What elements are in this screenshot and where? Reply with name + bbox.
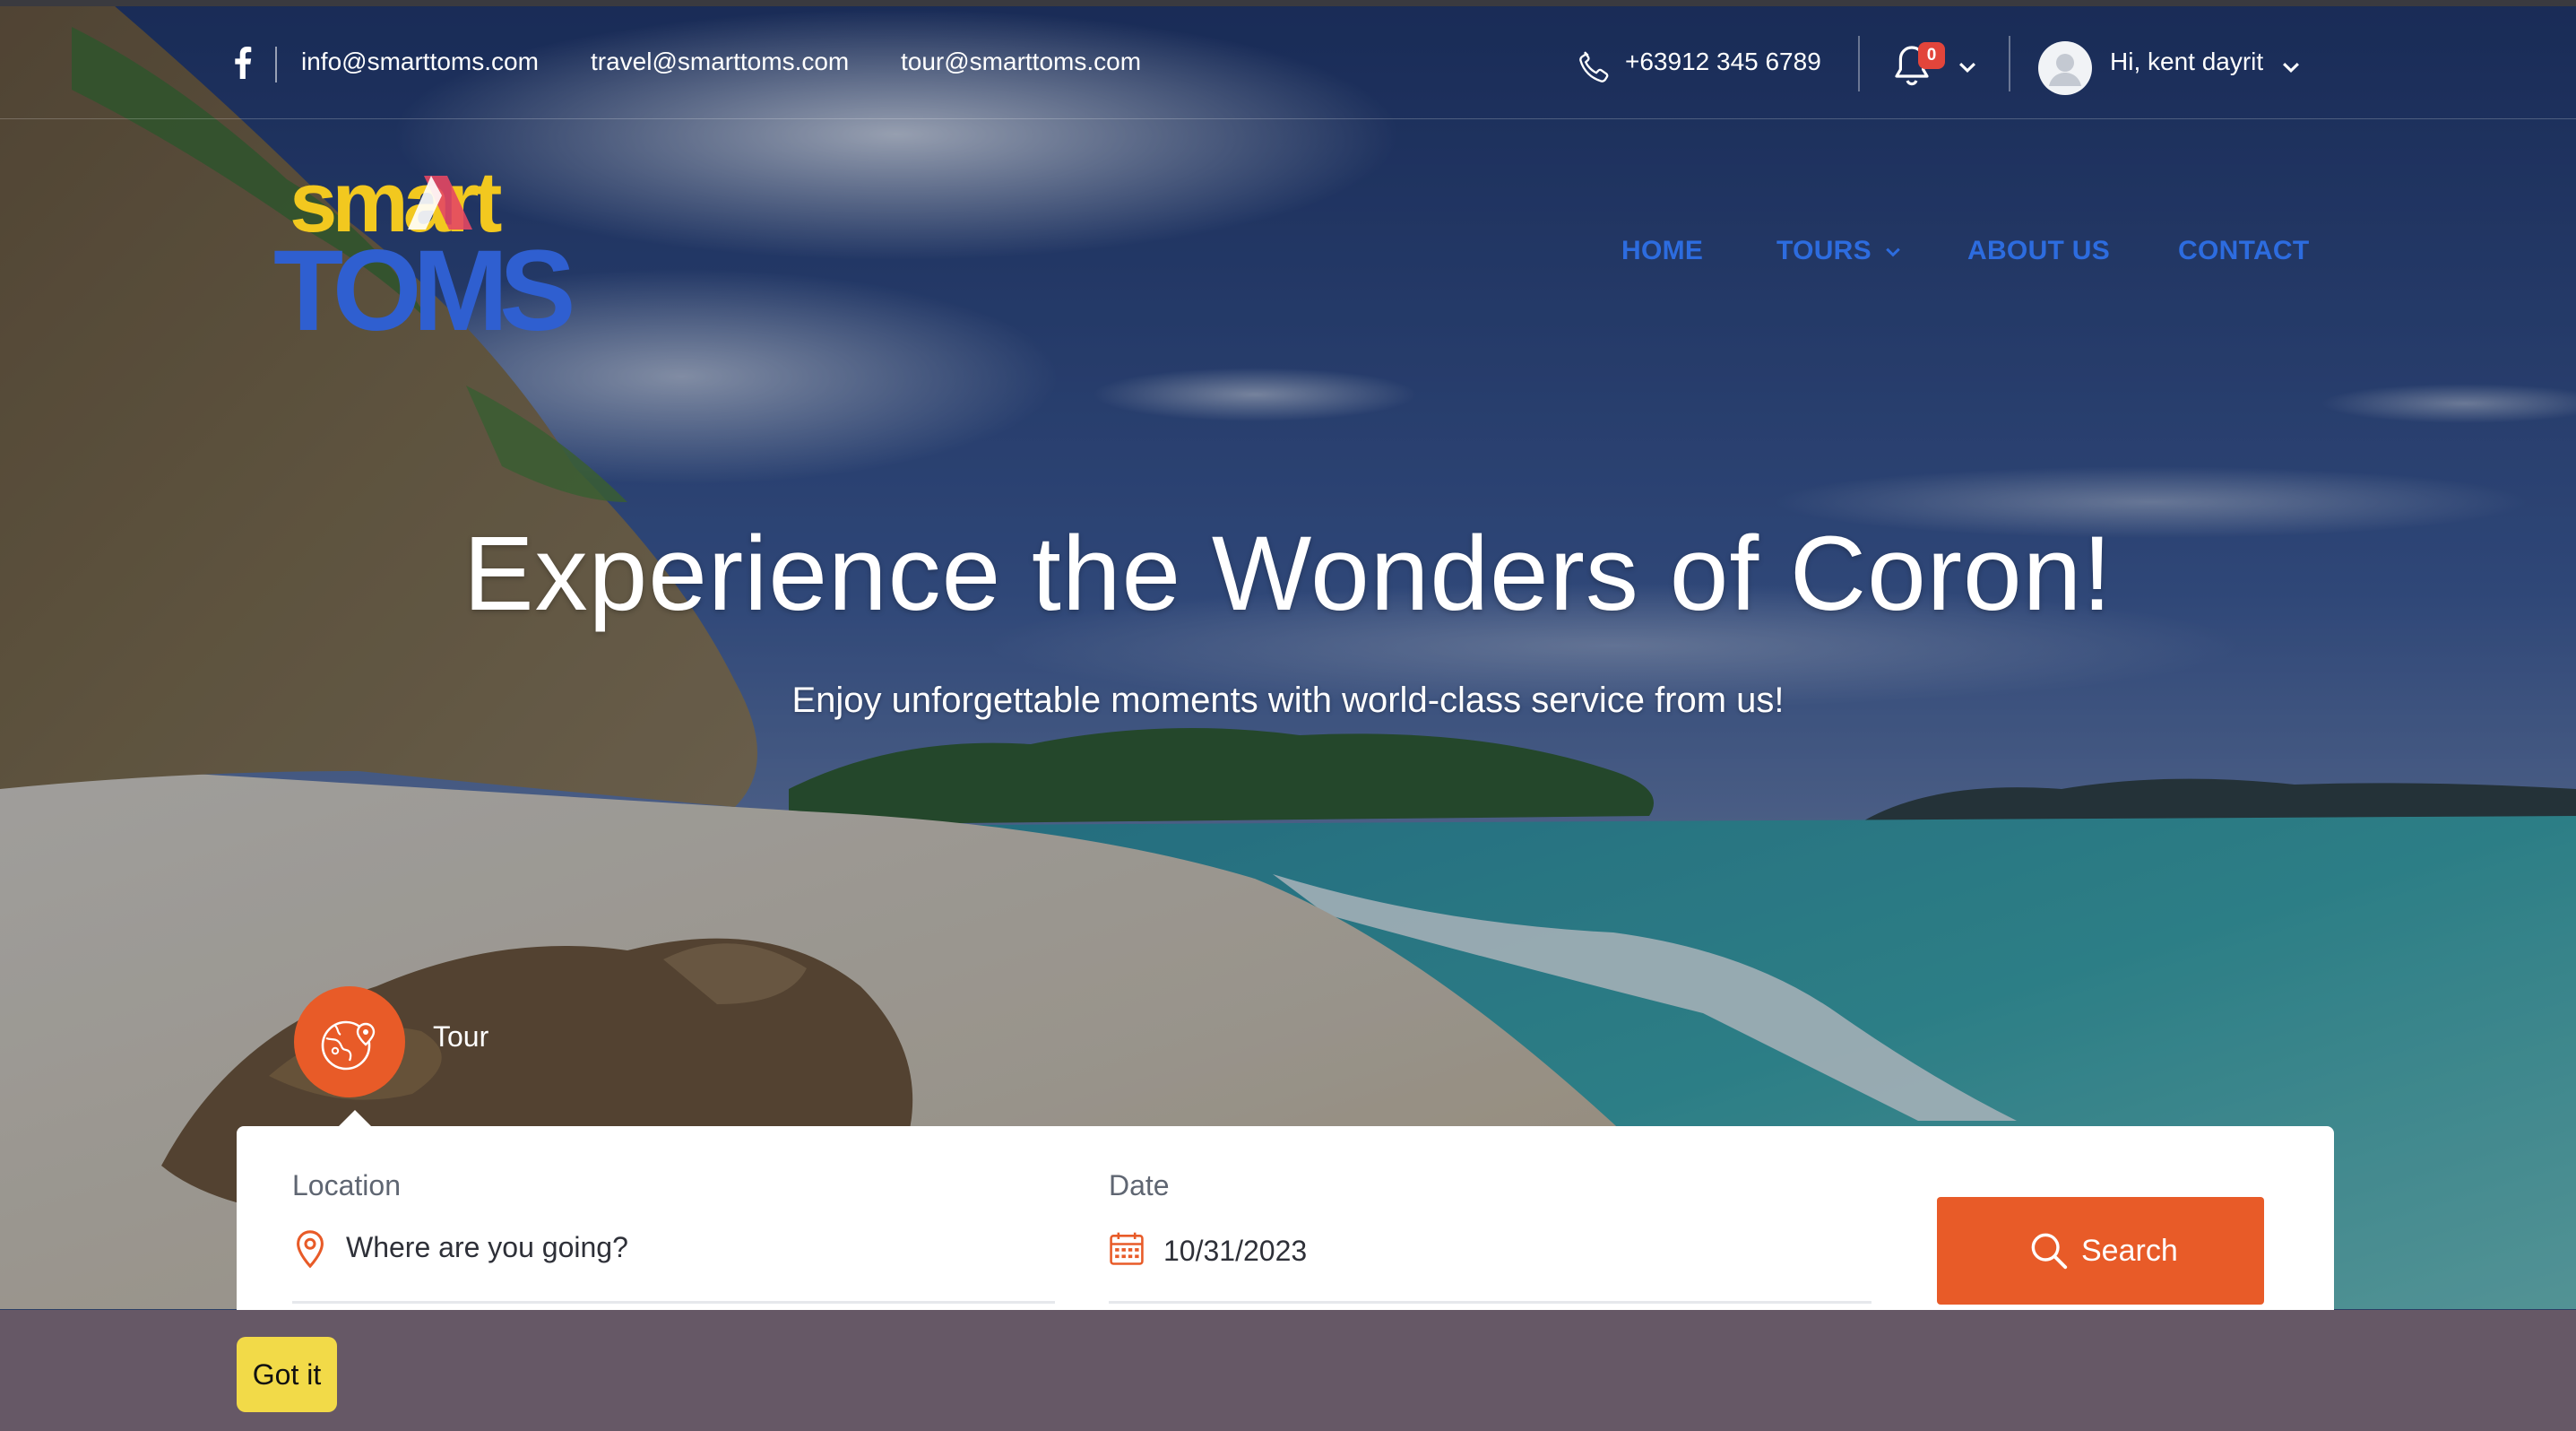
location-underline	[292, 1301, 1055, 1304]
hero-title: Experience the Wonders of Coron!	[462, 515, 2114, 633]
cookie-consent-bar	[0, 1310, 2576, 1431]
globe-pin-icon	[321, 1020, 376, 1071]
search-button[interactable]: Search	[1937, 1197, 2264, 1305]
map-pin-icon	[297, 1230, 324, 1269]
top-bar: info@smarttoms.com travel@smarttoms.com …	[0, 6, 2576, 119]
date-label: Date	[1109, 1169, 1170, 1201]
notification-count-badge: 0	[1918, 42, 1945, 69]
nav-about-us[interactable]: ABOUT US	[1967, 231, 2110, 271]
tab-pointer	[337, 1110, 373, 1128]
divider	[1858, 36, 1860, 91]
location-label: Location	[292, 1169, 401, 1201]
tour-tab-label[interactable]: Tour	[433, 1015, 488, 1058]
calendar-icon	[1110, 1232, 1144, 1265]
facebook-icon[interactable]	[231, 47, 255, 79]
search-icon	[2031, 1233, 2068, 1270]
user-greeting[interactable]: Hi, kent dayrit	[2110, 37, 2263, 87]
divider	[275, 47, 277, 82]
chevron-down-icon[interactable]	[2281, 61, 2301, 74]
user-avatar[interactable]	[2038, 41, 2092, 95]
divider	[2009, 36, 2010, 91]
email-link-travel[interactable]: travel@smarttoms.com	[591, 37, 849, 87]
tour-tab-button[interactable]	[294, 986, 405, 1097]
phone-number[interactable]: +63912 345 6789	[1625, 37, 1821, 87]
got-it-button[interactable]: Got it	[237, 1337, 337, 1412]
email-link-info[interactable]: info@smarttoms.com	[301, 37, 539, 87]
date-input[interactable]: 10/31/2023	[1163, 1229, 1307, 1272]
logo-line-2: TOMS	[273, 227, 572, 343]
window-top-edge	[0, 0, 2576, 6]
nav-contact[interactable]: CONTACT	[2178, 231, 2310, 271]
chevron-down-icon[interactable]	[1958, 61, 1977, 74]
location-input[interactable]: Where are you going?	[346, 1226, 628, 1269]
chevron-down-icon	[1885, 247, 1900, 257]
page: info@smarttoms.com travel@smarttoms.com …	[0, 0, 2576, 1431]
smarttoms-logo[interactable]: smart TOMS	[273, 151, 587, 343]
date-underline	[1109, 1301, 1871, 1304]
nav-home[interactable]: HOME	[1621, 231, 1703, 271]
nav-tours-label: TOURS	[1776, 236, 1871, 265]
user-icon	[2049, 54, 2081, 86]
hero-subtitle: Enjoy unforgettable moments with world-c…	[791, 681, 1785, 720]
search-button-label: Search	[2081, 1234, 2178, 1268]
phone-icon	[1579, 51, 1609, 82]
email-link-tour[interactable]: tour@smarttoms.com	[901, 37, 1141, 87]
nav-tours[interactable]: TOURS	[1776, 231, 1901, 271]
